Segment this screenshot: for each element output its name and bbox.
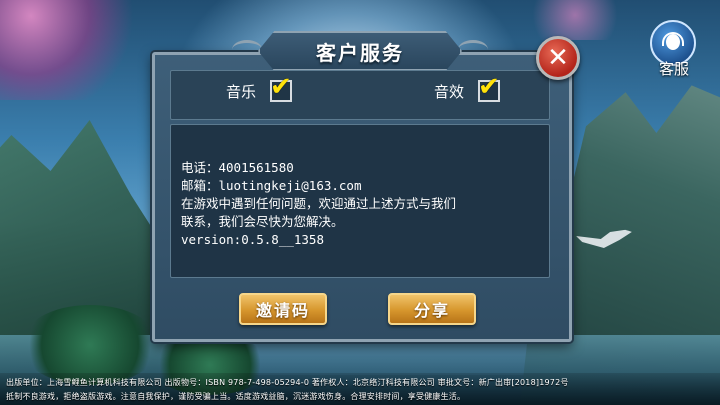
cherry-blossom: [0, 0, 150, 100]
customer-service-label: 客服: [658, 60, 689, 78]
dialog-title: 客户服务: [316, 40, 404, 65]
title-ornament-right: [458, 40, 488, 59]
music-toggle[interactable]: 音乐 ✔: [226, 74, 293, 102]
title-ornament-left: [232, 40, 262, 59]
music-label: 音乐: [226, 82, 257, 101]
close-icon: ✕: [547, 43, 569, 73]
dialog-title-plate: 客户服务: [258, 31, 462, 71]
email-line: 邮箱：luotingkeji@163.com: [181, 178, 362, 193]
checkmark-icon: ✔: [478, 72, 500, 102]
headset-icon: [660, 30, 686, 56]
footer-notice: 出版单位：上海雪鲤鱼计算机科技有限公司 出版物号：ISBN 978-7-498-…: [0, 373, 720, 405]
help-text-line-1: 在游戏中遇到任何问题，欢迎通过上述方式与我们: [181, 196, 457, 211]
share-button[interactable]: 分享: [388, 293, 476, 325]
close-button[interactable]: ✕: [536, 36, 580, 80]
version-line: version:0.5.8__1358: [181, 232, 324, 247]
health-gaming-notice: 抵制不良游戏，拒绝盗版游戏。注意自我保护，谨防受骗上当。适度游戏益脑，沉迷游戏伤…: [6, 392, 466, 401]
invite-code-button[interactable]: 邀请码: [239, 293, 327, 325]
checkmark-icon: ✔: [270, 72, 292, 102]
publication-info: 出版单位：上海雪鲤鱼计算机科技有限公司 出版物号：ISBN 978-7-498-…: [6, 378, 569, 387]
sound-effects-label: 音效: [434, 82, 465, 101]
phone-line: 电话：4001561580: [181, 160, 294, 175]
sound-effects-toggle[interactable]: 音效 ✔: [434, 74, 501, 102]
contact-info-panel: 电话：4001561580 邮箱：luotingkeji@163.com 在游戏…: [170, 124, 550, 278]
sound-effects-checkbox[interactable]: ✔: [478, 74, 501, 102]
cherry-blossom-top: [520, 0, 630, 40]
help-text-line-2: 联系，我们会尽快为您解决。: [181, 214, 344, 229]
music-checkbox[interactable]: ✔: [270, 74, 293, 102]
